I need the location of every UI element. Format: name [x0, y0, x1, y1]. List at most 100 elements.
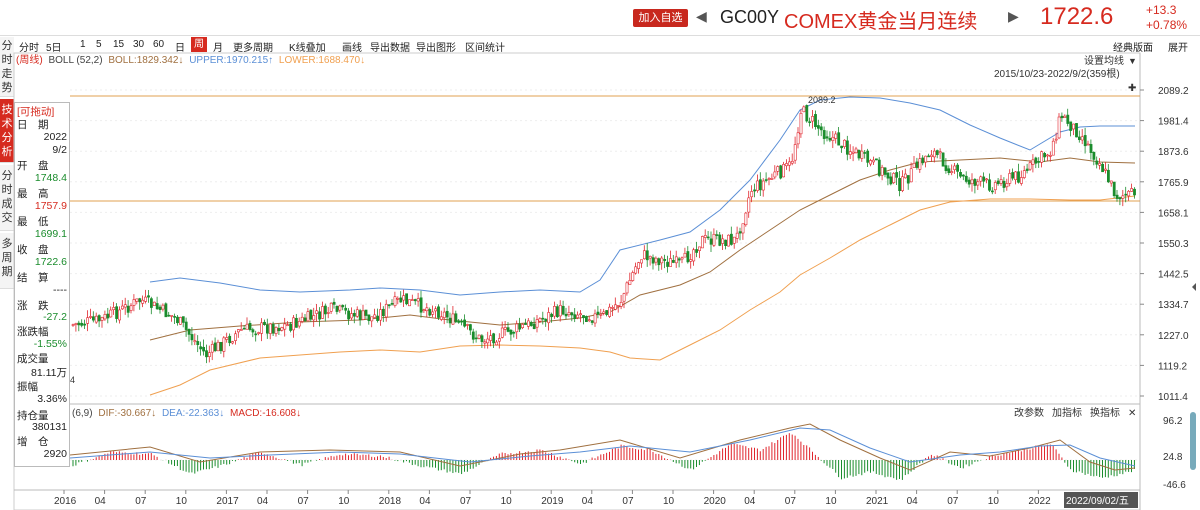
- candle-body: [645, 250, 649, 261]
- candle-body: [480, 335, 484, 342]
- candle-body: [596, 311, 600, 315]
- macd-tick-label: 24.8: [1163, 452, 1183, 463]
- candle-body: [1112, 181, 1116, 197]
- candle-body: [326, 312, 330, 314]
- candle-body: [402, 295, 406, 301]
- candle-body: [564, 313, 568, 317]
- candle-body: [486, 338, 490, 344]
- candle-body: [355, 309, 359, 317]
- candle-body: [1092, 151, 1096, 160]
- dropdown-icon[interactable]: ▼: [1128, 56, 1137, 66]
- candle-body: [132, 299, 136, 306]
- candle-body: [303, 317, 307, 322]
- candle-body: [698, 246, 701, 251]
- candle-body: [1086, 143, 1090, 146]
- candle-body: [996, 180, 1000, 185]
- candle-body: [341, 304, 345, 308]
- candle-body: [408, 299, 411, 307]
- candle-body: [625, 282, 629, 294]
- candle-body: [921, 157, 925, 164]
- candle-body: [521, 324, 525, 328]
- candle-body: [477, 334, 481, 339]
- candle-body: [831, 136, 835, 141]
- candle-body: [1078, 136, 1081, 141]
- price-tick-label: 1334.7: [1158, 300, 1189, 311]
- time-tick-label: 2020: [704, 496, 727, 507]
- scrollbar-handle[interactable]: [1190, 412, 1196, 470]
- pin-icon[interactable]: ✚: [1128, 83, 1136, 94]
- settle-label: 结 算: [17, 272, 49, 284]
- candle-body: [872, 159, 875, 163]
- candle-body: [1075, 123, 1078, 138]
- candle-body: [202, 346, 206, 352]
- time-tick-label: 04: [907, 496, 919, 507]
- small-label: 4: [70, 375, 75, 385]
- candle-body: [373, 314, 377, 318]
- candle-body: [1025, 168, 1029, 171]
- candle-body: [854, 148, 858, 154]
- candle-body: [390, 303, 394, 305]
- candle-body: [126, 305, 130, 313]
- boll-mid-value: BOLL:1829.342↓: [108, 55, 183, 66]
- candle-body: [622, 293, 626, 302]
- candle-body: [990, 190, 994, 193]
- candle-body: [329, 302, 333, 312]
- oi-value: 380131: [31, 421, 67, 433]
- candle-body: [851, 151, 855, 154]
- chg-value: -27.2: [43, 311, 67, 323]
- candle-body: [376, 315, 380, 321]
- candle-body: [468, 324, 472, 331]
- set-ma-button[interactable]: 设置均线: [1084, 54, 1124, 67]
- candle-body: [173, 316, 177, 318]
- candle-body: [100, 317, 104, 321]
- candle-body: [802, 106, 806, 113]
- candle-body: [985, 178, 989, 181]
- candle-body: [306, 311, 310, 322]
- info-panel[interactable]: [可拖动] 日 期 2022 9/2 开 盘 1748.4 最 高 1757.9…: [14, 102, 70, 467]
- candle-body: [924, 155, 928, 163]
- change-indicator-button[interactable]: 换指标: [1090, 406, 1120, 419]
- candle-body: [71, 324, 75, 326]
- add-indicator-button[interactable]: 加指标: [1052, 406, 1082, 419]
- candle-body: [286, 324, 290, 326]
- candle-body: [776, 166, 780, 172]
- change-params-button[interactable]: 改参数: [1014, 406, 1044, 419]
- candle-body: [642, 250, 646, 260]
- candle-body: [257, 332, 261, 334]
- chart-canvas[interactable]: 2089.2 1981.4 1873.6 1765.9 1658.1 1550.3 1442…: [0, 0, 1200, 510]
- price-tick-label: 1227.0: [1158, 331, 1189, 342]
- candle-body: [660, 257, 664, 264]
- candle-body: [268, 323, 272, 334]
- close-value: 1722.6: [34, 256, 67, 268]
- time-tick-label: 2017: [216, 496, 239, 507]
- peak-label: 2089.2: [808, 95, 836, 105]
- candle-body: [219, 341, 223, 352]
- candle-body: [89, 316, 92, 318]
- candle-body: [573, 314, 577, 319]
- macd-tick-label: 96.2: [1163, 416, 1183, 427]
- candle-body: [439, 316, 443, 320]
- candle-body: [213, 342, 217, 352]
- candle-body: [358, 310, 362, 321]
- candle-body: [1031, 159, 1035, 165]
- candle-body: [877, 159, 881, 176]
- candle-body: [242, 327, 246, 330]
- candle-body: [115, 306, 119, 319]
- candle-body: [1130, 188, 1134, 192]
- candle-body: [547, 312, 551, 324]
- candle-body: [898, 178, 902, 192]
- close-icon[interactable]: ✕: [1128, 408, 1136, 419]
- candle-body: [1104, 168, 1107, 171]
- candle-body: [1098, 163, 1102, 166]
- candle-body: [251, 329, 255, 333]
- time-tick-label: 04: [419, 496, 431, 507]
- candle-body: [680, 257, 684, 260]
- candle-body: [370, 316, 374, 322]
- candle-body: [1022, 170, 1026, 178]
- candle-body: [973, 179, 977, 186]
- candle-body: [155, 303, 159, 310]
- candle-body: [419, 297, 423, 313]
- candle-body: [437, 306, 440, 318]
- candle-body: [779, 165, 783, 179]
- candle-body: [231, 341, 235, 344]
